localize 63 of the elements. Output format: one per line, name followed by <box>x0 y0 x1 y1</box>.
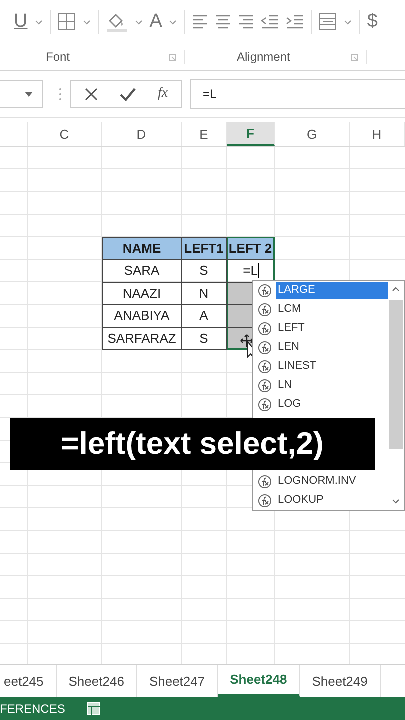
align-left-icon[interactable] <box>192 13 208 31</box>
function-suggestion[interactable]: LINEST <box>253 357 388 376</box>
check-icon[interactable] <box>120 88 136 100</box>
function-icon <box>258 360 272 374</box>
function-icon <box>258 494 272 508</box>
table-cell: SARFARAZ <box>102 328 182 350</box>
table-header-cell: LEFT1 <box>182 237 227 260</box>
function-icon <box>258 474 272 488</box>
dropdown-caret-icon[interactable] <box>169 20 178 24</box>
dropdown-caret-icon[interactable] <box>134 20 143 24</box>
fill-bucket-icon[interactable] <box>106 12 128 32</box>
column-header[interactable]: C <box>28 122 102 146</box>
table-header-cell: LEFT 2 <box>227 237 275 260</box>
dropdown-caret-icon[interactable] <box>25 92 33 96</box>
cancel-icon[interactable] <box>85 88 98 100</box>
dropdown-caret-icon[interactable] <box>34 20 43 24</box>
function-suggestion[interactable]: LEN <box>253 338 388 357</box>
table-cell: S <box>182 260 227 283</box>
page-layout-icon[interactable] <box>87 702 102 716</box>
function-icon <box>258 398 272 412</box>
borders-icon[interactable] <box>58 13 76 31</box>
function-icon <box>258 340 272 354</box>
scrollbar-thumb[interactable] <box>389 300 403 449</box>
function-icon <box>258 378 272 392</box>
function-suggestion[interactable]: LOG <box>253 395 388 414</box>
merge-cells-icon[interactable] <box>319 13 338 31</box>
column-header[interactable]: F <box>227 122 275 146</box>
column-header[interactable]: D <box>102 122 182 146</box>
dialog-launcher-icon[interactable] <box>169 54 176 60</box>
function-suggestion[interactable]: LOOKUP <box>253 491 388 510</box>
insert-function-button[interactable]: fx <box>158 86 168 102</box>
function-suggestion[interactable]: LOGNORM.INV <box>253 472 388 491</box>
scroll-down-icon[interactable] <box>392 499 400 504</box>
align-center-icon[interactable] <box>215 13 232 31</box>
function-icon <box>258 302 272 316</box>
dropdown-caret-icon[interactable] <box>344 20 352 24</box>
currency-button[interactable]: $ <box>367 11 378 33</box>
column-header[interactable]: H <box>350 122 405 146</box>
column-header[interactable]: G <box>275 122 350 146</box>
table-cell: SARA <box>102 260 182 283</box>
function-suggestion[interactable]: LEFT <box>253 319 388 338</box>
function-icon <box>258 284 272 298</box>
align-right-icon[interactable] <box>238 13 254 31</box>
table-cell: ANABIYA <box>102 305 182 328</box>
function-icon <box>258 322 272 336</box>
dialog-launcher-icon[interactable] <box>351 54 358 60</box>
decrease-indent-icon[interactable] <box>261 13 280 31</box>
table-header-cell: NAME <box>102 237 182 260</box>
formula-input[interactable]: =L <box>190 79 405 109</box>
underline-button[interactable]: U <box>14 11 28 33</box>
drag-handle-icon[interactable] <box>59 88 62 100</box>
status-mode: FERENCES <box>0 702 66 716</box>
caption-text: =left(text select,2) <box>10 418 375 470</box>
sheet-tab[interactable]: Sheet248 <box>218 665 300 697</box>
table-cell: NAAZI <box>102 282 182 306</box>
increase-indent-icon[interactable] <box>286 13 304 31</box>
dropdown-caret-icon[interactable] <box>82 20 91 24</box>
group-label: Font <box>46 50 70 64</box>
group-label: Alignment <box>237 50 290 64</box>
font-color-button[interactable]: A <box>150 11 162 33</box>
scroll-up-icon[interactable] <box>392 287 400 292</box>
function-suggestion[interactable]: LN <box>253 376 388 395</box>
function-suggestion[interactable]: LCM <box>253 300 388 319</box>
